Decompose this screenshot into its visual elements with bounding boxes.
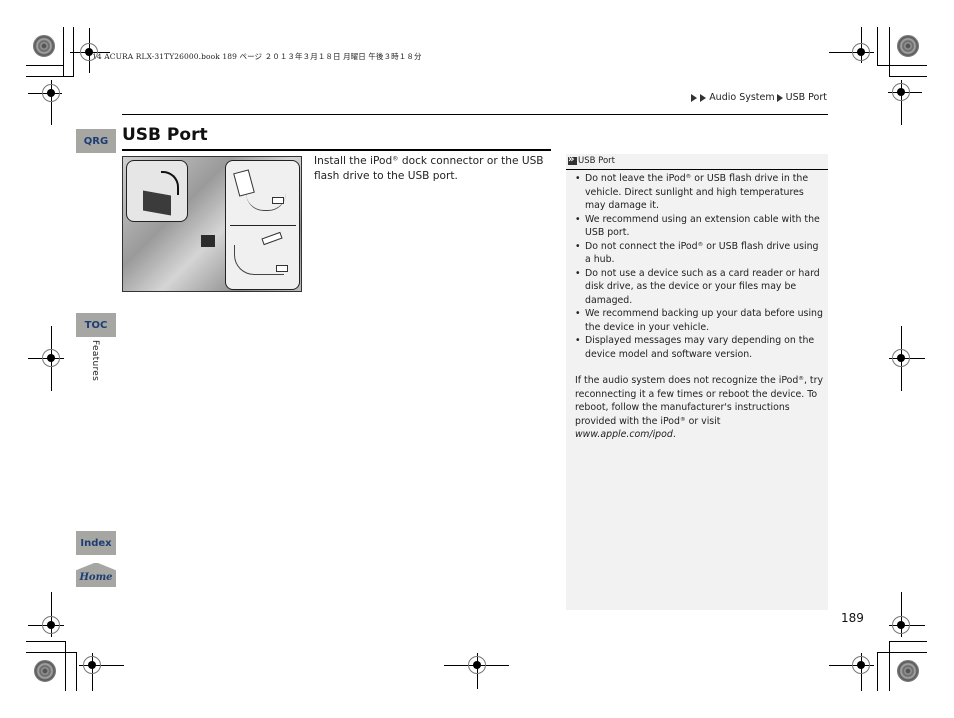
usb-plug-icon [272, 197, 284, 204]
breadcrumb-arrow-icon [700, 93, 707, 102]
registration-mark-icon [468, 656, 486, 674]
console-lid-inset [126, 160, 188, 222]
caution-list: Do not leave the iPod® or USB flash driv… [575, 172, 825, 361]
usb-port-illustration [122, 156, 302, 292]
notes-sidebar: USB Port Do not leave the iPod® or USB f… [566, 153, 828, 610]
list-item: Do not leave the iPod® or USB flash driv… [575, 172, 825, 213]
registration-mark-icon [83, 656, 101, 674]
page-title: USB Port [122, 125, 208, 145]
list-item: Do not connect the iPod® or USB flash dr… [575, 240, 825, 267]
registration-mark-icon [80, 43, 98, 61]
breadcrumb-item-audio-system[interactable]: Audio System [709, 92, 774, 103]
home-tab[interactable]: Home [76, 563, 116, 587]
registration-rosette-icon [897, 35, 919, 57]
sidebar-divider [566, 169, 828, 170]
inset-divider [230, 225, 296, 226]
list-item: Displayed messages may vary depending on… [575, 334, 825, 361]
apple-ipod-link[interactable]: www.apple.com/ipod [575, 429, 673, 440]
breadcrumb-arrow-icon [776, 93, 783, 102]
list-item: Do not use a device such as a card reade… [575, 267, 825, 308]
list-item: We recommend using an extension cable wi… [575, 213, 825, 240]
section-label: Features [90, 340, 100, 382]
breadcrumb-arrow-icon [691, 93, 698, 102]
usb-port-slot-icon [201, 235, 215, 247]
registration-mark-icon [892, 349, 910, 367]
breadcrumb-item-usb-port[interactable]: USB Port [786, 92, 827, 103]
page-number: 189 [841, 611, 864, 625]
qrg-tab[interactable]: QRG [76, 129, 116, 153]
registration-mark-icon [892, 616, 910, 634]
registration-mark-icon [852, 656, 870, 674]
registration-rosette-icon [34, 660, 56, 682]
usb-plug-icon [276, 265, 288, 272]
double-chevron-icon [568, 153, 577, 167]
instruction-text: Install the iPod® dock connector or the … [314, 154, 550, 184]
troubleshooting-note: If the audio system does not recognize t… [575, 375, 824, 440]
list-item: We recommend backing up your data before… [575, 307, 825, 334]
instruction-text-part: Install the iPod [314, 155, 393, 167]
usb-flash-drive-icon [261, 231, 283, 246]
print-header: 14 ACURA RLX-31TY26000.book 189 ページ ２０１３… [92, 52, 422, 61]
toc-tab[interactable]: TOC [76, 313, 116, 337]
registration-mark-icon [42, 84, 60, 102]
sidebar-heading-text: USB Port [578, 156, 616, 166]
registration-mark-icon [42, 349, 60, 367]
registration-rosette-icon [897, 660, 919, 682]
index-tab[interactable]: Index [76, 531, 116, 555]
sidebar-heading: USB Port [566, 153, 828, 168]
registration-mark-icon [852, 43, 870, 61]
registration-mark-icon [892, 83, 910, 101]
breadcrumb: Audio System USB Port [691, 92, 827, 103]
open-arrow-icon [161, 171, 179, 195]
title-divider [122, 149, 551, 151]
registration-rosette-icon [33, 35, 55, 57]
header-divider [122, 114, 828, 115]
registration-mark-icon [42, 616, 60, 634]
connection-diagram-inset [225, 160, 300, 290]
